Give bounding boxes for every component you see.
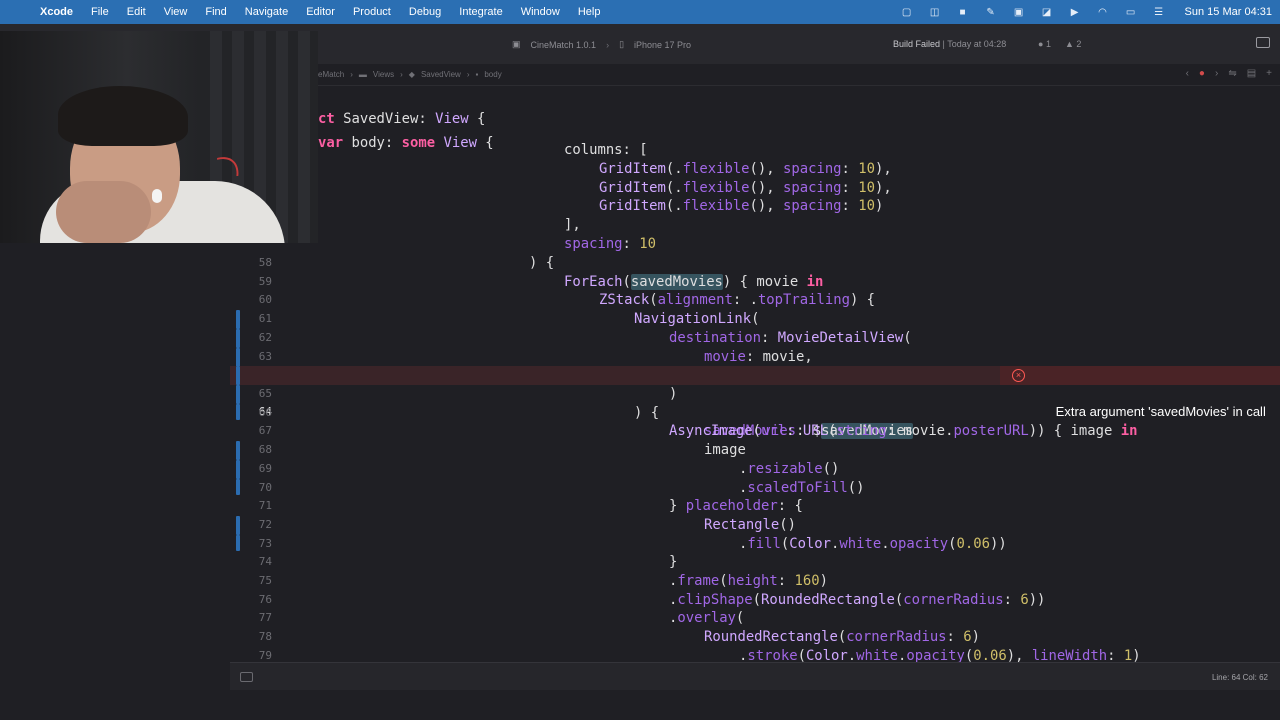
swift-file-icon: ◆ [408, 70, 415, 79]
code-line[interactable]: 72 Rectangle() [230, 516, 1280, 535]
code-line-error[interactable]: 64 savedMovies: $savedMovies × Extra arg… [230, 366, 1280, 440]
menu-navigate[interactable]: Navigate [245, 6, 288, 18]
code-line[interactable]: 76 .clipShape(RoundedRectangle(cornerRadi… [230, 591, 1280, 610]
code-line[interactable]: spacing: 10 [230, 235, 1280, 254]
menu-find[interactable]: Find [205, 6, 226, 18]
device-icon: ▯ [619, 39, 625, 49]
code-line[interactable]: 77 .overlay( [230, 609, 1280, 628]
warning-badge-icon: ▲ [1064, 39, 1077, 49]
code-line[interactable]: 68 image [230, 441, 1280, 460]
scheme-icon: ▣ [512, 39, 521, 49]
inspector-toggle-icon[interactable] [1256, 37, 1270, 48]
code-line[interactable]: 67 AsyncImage(url: URL(string: movie.post… [230, 422, 1280, 441]
webcam-overlay [0, 31, 318, 243]
menu-edit[interactable]: Edit [127, 6, 146, 18]
webcam-person-hair [58, 86, 188, 146]
status-menu-items: ▢ ◫ ■ ✎ ▣ ◪ ▶ ◠ ▭ ☰ Sun 15 Mar 04:31 [899, 0, 1272, 24]
code-line[interactable]: 58) { [230, 254, 1280, 273]
error-annotation[interactable]: × Extra argument 'savedMovies' in call [1000, 366, 1280, 419]
chevron-right-icon: › [606, 39, 610, 50]
code-line[interactable]: ], [230, 216, 1280, 235]
jump-bar-tools: ‹ ● › ⇋ ▤ + [1186, 68, 1272, 79]
menu-integrate[interactable]: Integrate [459, 6, 502, 18]
chevron-right-icon: › [466, 70, 470, 79]
code-line[interactable]: 60 ZStack(alignment: .topTrailing) { [230, 291, 1280, 310]
issue-counts[interactable]: ● 1 ▲ 2 [1038, 39, 1081, 49]
editor-status-bar: Line: 64 Col: 62 [230, 662, 1280, 690]
related-items-icon[interactable]: ⇋ [1228, 68, 1236, 79]
bottom-area [0, 690, 1280, 720]
breadcrumb-project[interactable]: eMatch [318, 70, 344, 79]
code-line[interactable]: 63 movie: movie, [230, 348, 1280, 367]
breadcrumb-folder[interactable]: Views [373, 70, 394, 79]
property-icon: ▪ [475, 70, 479, 79]
menu-product[interactable]: Product [353, 6, 391, 18]
note-icon[interactable]: ▣ [1011, 6, 1027, 18]
code-line[interactable]: 66) { [230, 404, 1280, 423]
menu-view[interactable]: View [164, 6, 188, 18]
menu-app-name[interactable]: Xcode [40, 6, 73, 18]
chevron-left-icon[interactable]: ‹ [1186, 68, 1189, 79]
error-count[interactable]: ● 1 [1038, 39, 1051, 49]
error-badge-icon: ● [1038, 39, 1046, 49]
code-line[interactable]: 69 .resizable() [230, 460, 1280, 479]
breadcrumb-symbol[interactable]: body [484, 70, 501, 79]
menu-bar: Xcode File Edit View Find Navigate Edito… [0, 0, 1280, 24]
earbud-icon [152, 189, 162, 203]
code-line[interactable]: columns: [ [230, 141, 1280, 160]
wifi-icon[interactable]: ◠ [1095, 6, 1111, 18]
app-status-icon[interactable]: ◫ [927, 6, 943, 18]
folder-icon: ▬ [358, 70, 367, 79]
add-editor-icon[interactable]: + [1266, 68, 1272, 79]
menu-help[interactable]: Help [578, 6, 601, 18]
breadcrumb: eMatch › ▬ Views › ◆ SavedView › ▪ body [318, 70, 502, 79]
code-line[interactable]: 74} [230, 553, 1280, 572]
sticky-header-body: var body: some View { [318, 134, 494, 151]
code-line[interactable]: 59 ForEach(savedMovies) { movie in [230, 273, 1280, 292]
code-line[interactable]: 75 .frame(height: 160) [230, 572, 1280, 591]
code-line[interactable]: 73 .fill(Color.white.opacity(0.06)) [230, 535, 1280, 554]
menu-editor[interactable]: Editor [306, 6, 335, 18]
breadcrumb-file[interactable]: SavedView [421, 70, 461, 79]
scheme-selector[interactable]: ▣ CineMatch 1.0.1 › ▯ iPhone 17 Pro [512, 39, 691, 50]
code-line[interactable]: 61 NavigationLink( [230, 310, 1280, 329]
code-line[interactable]: GridItem(.flexible(), spacing: 10), [230, 179, 1280, 198]
code-line[interactable]: 70 .scaledToFill() [230, 479, 1280, 498]
battery-icon[interactable]: ▭ [1123, 6, 1139, 18]
code-line[interactable]: 62 destination: MovieDetailView( [230, 329, 1280, 348]
debug-area-toggle-icon[interactable] [240, 672, 253, 682]
code-line[interactable]: GridItem(.flexible(), spacing: 10) [230, 197, 1280, 216]
menu-file[interactable]: File [91, 6, 109, 18]
camera-icon[interactable]: ■ [955, 6, 971, 18]
code-line[interactable]: 79 .stroke(Color.white.opacity(0.06), lin… [230, 647, 1280, 662]
issue-indicator-icon[interactable]: ● [1199, 68, 1205, 79]
menu-debug[interactable]: Debug [409, 6, 441, 18]
pen-icon[interactable]: ✎ [983, 6, 999, 18]
code-line[interactable]: 65) [230, 385, 1280, 404]
control-center-icon[interactable]: ☰ [1151, 6, 1167, 18]
text-icon[interactable]: ◪ [1039, 6, 1055, 18]
build-status-text: Build Failed [893, 39, 941, 49]
menu-window[interactable]: Window [521, 6, 560, 18]
chevron-right-icon: › [350, 70, 353, 79]
code-line[interactable]: 71} placeholder: { [230, 497, 1280, 516]
webcam-person-hand [56, 181, 151, 243]
device-name: iPhone 17 Pro [634, 39, 692, 50]
code-line[interactable]: 78 RoundedRectangle(cornerRadius: 6) [230, 628, 1280, 647]
scheme-name: CineMatch 1.0.1 [530, 39, 597, 50]
code-editor[interactable]: ct SavedView: View { var body: some View… [230, 86, 1280, 662]
sticky-header-struct: ct SavedView: View { [318, 110, 486, 127]
warning-count[interactable]: ▲ 2 [1065, 39, 1081, 49]
screen-mirror-icon[interactable]: ▢ [899, 6, 915, 18]
build-time: | Today at 04:28 [942, 39, 1007, 49]
chevron-right-icon[interactable]: › [1215, 68, 1218, 79]
chevron-right-icon: › [400, 70, 403, 79]
cursor-position: Line: 64 Col: 62 [1211, 673, 1268, 682]
play-icon[interactable]: ▶ [1067, 6, 1083, 18]
build-status: Build Failed | Today at 04:28 [893, 39, 1006, 49]
error-icon: × [1012, 369, 1025, 382]
code-line[interactable]: GridItem(.flexible(), spacing: 10), [230, 160, 1280, 179]
menu-clock[interactable]: Sun 15 Mar 04:31 [1185, 6, 1272, 18]
minimap-icon[interactable]: ▤ [1247, 68, 1256, 79]
